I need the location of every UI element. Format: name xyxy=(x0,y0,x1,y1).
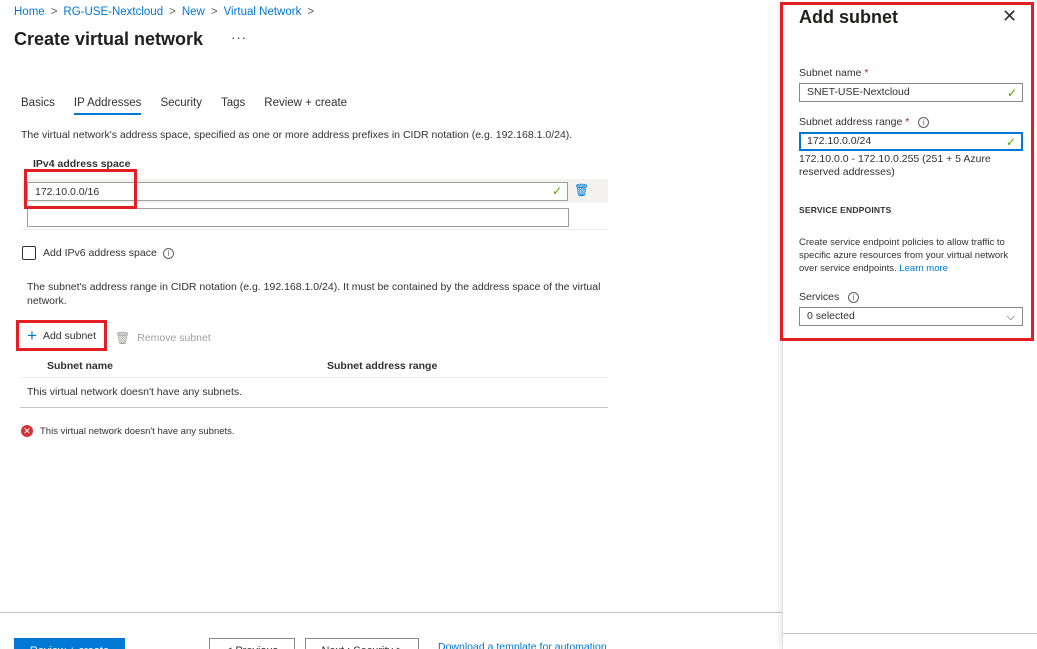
more-options-button[interactable]: ··· xyxy=(231,30,247,45)
service-endpoints-description: Create service endpoint policies to allo… xyxy=(799,236,1021,275)
ipv6-label: Add IPv6 address space xyxy=(43,247,157,259)
service-endpoints-heading: SERVICE ENDPOINTS xyxy=(799,205,892,215)
divider xyxy=(22,229,608,230)
tab-basics[interactable]: Basics xyxy=(21,97,55,115)
ipv6-checkbox-row: Add IPv6 address space i xyxy=(22,246,174,260)
close-icon[interactable]: ✕ xyxy=(1002,6,1017,27)
remove-subnet-label: Remove subnet xyxy=(137,332,211,344)
breadcrumb-home[interactable]: Home xyxy=(14,6,45,18)
ipv4-address-space-label: IPv4 address space xyxy=(33,158,131,170)
subnet-name-label-text: Subnet name xyxy=(799,67,862,79)
page-title: Create virtual network xyxy=(14,29,204,49)
subnet-name-label: Subnet name * xyxy=(799,67,868,79)
chevron-right-icon: > xyxy=(307,6,315,18)
main-content: Home > RG-USE-Nextcloud > New > Virtual Networ… xyxy=(0,0,782,649)
add-subnet-panel: Add subnet ✕ Subnet name * SNET-USE-Next… xyxy=(782,0,1037,649)
new-address-space-input[interactable] xyxy=(27,208,569,227)
breadcrumb: Home > RG-USE-Nextcloud > New > Virtual Networ… xyxy=(14,6,320,18)
error-message: This virtual network doesn't have any su… xyxy=(40,425,235,437)
subnet-range-label-text: Subnet address range xyxy=(799,116,903,128)
subnet-range-label: Subnet address range * i xyxy=(799,116,930,128)
chevron-right-icon: > xyxy=(169,6,176,18)
plus-icon: + xyxy=(27,326,37,345)
required-marker: * xyxy=(864,67,869,79)
services-label: Services i xyxy=(799,291,860,303)
tab-ip-addresses[interactable]: IP Addresses xyxy=(73,97,142,115)
breadcrumb-resource-group[interactable]: RG-USE-Nextcloud xyxy=(63,6,163,18)
delete-icon[interactable]: 🗑 xyxy=(574,183,589,197)
divider xyxy=(0,612,782,613)
services-label-text: Services xyxy=(799,291,840,303)
address-space-input[interactable] xyxy=(27,182,568,201)
address-space-description: The virtual network's address space, spe… xyxy=(21,129,573,141)
subnet-range-value: 172.10.0.0/24 xyxy=(807,135,872,147)
breadcrumb-virtual-network[interactable]: Virtual Network xyxy=(224,6,302,18)
chevron-right-icon: > xyxy=(210,6,218,18)
subnet-range-hint: 172.10.0.0 - 172.10.0.255 (251 + 5 Azure… xyxy=(799,153,991,178)
info-icon[interactable]: i xyxy=(848,292,860,303)
divider xyxy=(20,407,608,408)
trash-icon: 🗑 xyxy=(115,331,131,345)
previous-button[interactable]: < Previous xyxy=(209,638,295,649)
divider xyxy=(20,377,608,378)
validation-error: ✕ This virtual network doesn't have any … xyxy=(21,425,235,437)
checkmark-icon: ✓ xyxy=(552,184,563,198)
address-space-row: ✓ 🗑 xyxy=(22,179,608,203)
panel-title: Add subnet xyxy=(799,7,898,27)
column-header-subnet-name: Subnet name xyxy=(47,360,113,372)
learn-more-link[interactable]: Learn more xyxy=(899,263,948,274)
tab-tags[interactable]: Tags xyxy=(221,97,245,115)
download-template-link[interactable]: Download a template for automation xyxy=(438,641,607,649)
required-marker: * xyxy=(905,116,910,128)
next-button[interactable]: Next : Security > xyxy=(305,638,419,649)
info-icon[interactable]: i xyxy=(918,117,930,128)
ipv6-checkbox[interactable] xyxy=(22,246,36,260)
info-icon[interactable]: i xyxy=(162,247,174,259)
empty-table-message: This virtual network doesn't have any su… xyxy=(27,386,243,398)
chevron-down-icon: ⌵ xyxy=(1006,311,1015,323)
chevron-right-icon: > xyxy=(50,6,58,18)
column-header-subnet-range: Subnet address range xyxy=(327,360,438,372)
review-create-button[interactable]: Review + create xyxy=(14,638,125,649)
error-icon: ✕ xyxy=(21,425,33,437)
subnet-name-value: SNET-USE-Nextcloud xyxy=(807,86,910,98)
remove-subnet-button[interactable]: 🗑 Remove subnet xyxy=(115,331,211,345)
breadcrumb-new[interactable]: New xyxy=(182,6,205,18)
services-dropdown[interactable]: 0 selected ⌵ xyxy=(799,307,1023,326)
subnet-range-input[interactable]: 172.10.0.0/24 ✓ xyxy=(799,132,1023,151)
tab-security[interactable]: Security xyxy=(160,97,202,115)
services-selected-value: 0 selected xyxy=(807,310,855,322)
tab-review-create[interactable]: Review + create xyxy=(264,97,347,115)
subnet-description: The subnet's address range in CIDR notat… xyxy=(27,281,601,307)
checkmark-icon: ✓ xyxy=(1005,135,1016,149)
checkmark-icon: ✓ xyxy=(1006,86,1017,100)
add-subnet-button[interactable]: + Add subnet xyxy=(27,326,97,345)
tab-bar: Basics IP Addresses Security Tags Review… xyxy=(21,97,366,115)
add-subnet-label: Add subnet xyxy=(42,330,97,342)
subnet-name-input[interactable]: SNET-USE-Nextcloud ✓ xyxy=(799,83,1023,102)
divider xyxy=(783,633,1037,634)
